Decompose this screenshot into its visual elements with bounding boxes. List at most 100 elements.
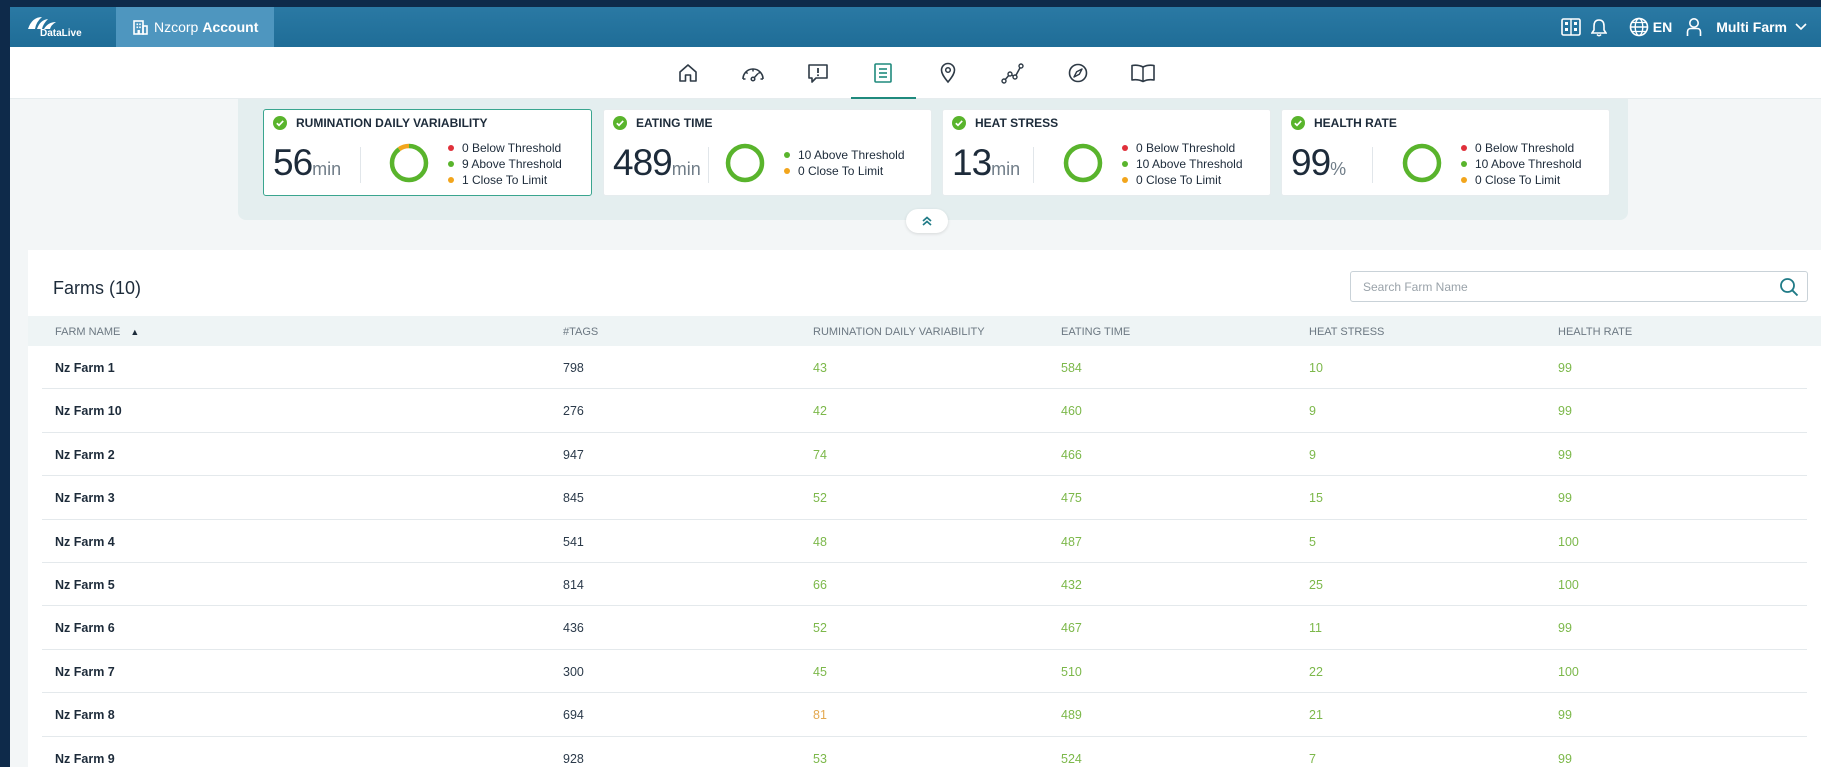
kpi-legend-text: 0 Below Threshold [462,141,562,155]
account-switcher[interactable]: Nzcorp Account [116,7,274,47]
kpi-value-unit: % [1330,159,1347,179]
table-row[interactable]: Nz Farm 1 798 43 584 10 99 [42,346,1807,390]
cell-eating-time: 524 [1061,751,1082,766]
search-input[interactable] [1363,279,1771,294]
column-header-health-rate[interactable]: HEALTH RATE [1558,326,1632,338]
table-row[interactable]: Nz Farm 4 541 48 487 5 100 [42,520,1807,563]
cell-health-rate: 100 [1558,534,1579,549]
kpi-title: RUMINATION DAILY VARIABILITY [273,116,488,130]
cell-farm-name[interactable]: Nz Farm 9 [55,752,115,766]
cell-heat-stress: 10 [1309,361,1323,375]
column-header-rumination[interactable]: RUMINATION DAILY VARIABILITY [813,326,985,338]
kpi-card-eating-time[interactable]: EATING TIME 489min 10 Above Threshold 0 C… [603,109,932,196]
legend-dot [1122,177,1128,183]
nav-docs[interactable] [1111,47,1176,99]
table-row[interactable]: Nz Farm 2 947 74 466 9 99 [42,433,1807,477]
cell-tags: 276 [563,404,584,419]
cell-tags: 798 [563,361,584,375]
cell-eating-time: 467 [1061,621,1082,636]
cell-eating-time: 584 [1061,361,1082,375]
kpi-donut-ring [724,142,766,189]
nav-dashboard[interactable] [721,47,786,99]
table-row[interactable]: Nz Farm 7 300 45 510 22 100 [42,650,1807,694]
kpi-legend-text: 0 Below Threshold [1136,141,1236,155]
kpi-legend-item: 0 Close To Limit [784,163,905,179]
kpi-legend-text: 10 Above Threshold [798,148,905,162]
user-menu[interactable]: Multi Farm [1686,17,1807,37]
table-row[interactable]: Nz Farm 5 814 66 432 25 100 [42,563,1807,607]
cell-farm-name[interactable]: Nz Farm 1 [55,361,115,375]
cell-heat-stress: 5 [1309,534,1316,549]
cell-heat-stress: 15 [1309,491,1323,506]
column-header-farm-name[interactable]: FARM NAME ▲ [55,326,139,338]
column-header-label: FARM NAME [55,326,121,338]
location-pin-icon [940,62,956,83]
table-row[interactable]: Nz Farm 8 694 81 489 21 99 [42,693,1807,737]
cell-heat-stress: 25 [1309,577,1323,592]
kpi-title: HEAT STRESS [952,116,1058,130]
cell-health-rate: 99 [1558,491,1572,506]
kpi-title-text: HEAT STRESS [975,116,1059,130]
kpi-value-number: 99 [1291,142,1331,183]
table-row[interactable]: Nz Farm 9 928 53 524 7 99 [42,737,1807,767]
nav-reports[interactable] [850,47,916,99]
cell-heat-stress: 9 [1309,404,1316,419]
nav-explore[interactable] [1046,47,1111,99]
kpi-value-number: 13 [952,142,992,183]
kpi-card-health-rate[interactable]: HEALTH RATE 99% 0 Below Threshold 10 Abov… [1281,109,1610,196]
cell-rumination: 43 [813,361,827,375]
nav-home[interactable] [656,47,721,99]
kpi-legend: 0 Below Threshold 10 Above Threshold 0 Clo… [1122,140,1243,188]
collapse-panel-button[interactable] [906,209,948,233]
check-circle-icon [273,116,287,130]
column-header-eating-time[interactable]: EATING TIME [1061,326,1130,338]
cell-farm-name[interactable]: Nz Farm 10 [55,404,122,418]
language-code: EN [1652,19,1673,35]
cell-farm-name[interactable]: Nz Farm 7 [55,665,115,679]
cell-eating-time: 460 [1061,404,1082,419]
table-row[interactable]: Nz Farm 3 845 52 475 15 99 [42,476,1807,520]
kpi-legend-item: 10 Above Threshold [1461,156,1582,172]
bell-icon[interactable] [1590,18,1607,37]
nav-trends[interactable] [981,47,1046,99]
cell-health-rate: 99 [1558,447,1572,462]
legend-dot [1122,145,1128,151]
legend-dot [1461,161,1467,167]
account-label: Account [202,19,259,35]
kpi-card-heat-stress[interactable]: HEAT STRESS 13min 0 Below Threshold 10 Ab… [942,109,1271,196]
cell-farm-name[interactable]: Nz Farm 6 [55,621,115,635]
kpi-card-rumination[interactable]: RUMINATION DAILY VARIABILITY 56min 0 Bel… [263,109,592,196]
cell-health-rate: 99 [1558,708,1572,723]
kpi-legend-text: 0 Below Threshold [1475,141,1575,155]
column-header-tags[interactable]: #TAGS [563,326,598,338]
cell-farm-name[interactable]: Nz Farm 4 [55,535,115,549]
legend-dot [448,145,454,151]
cell-farm-name[interactable]: Nz Farm 2 [55,448,115,462]
legend-dot [1122,161,1128,167]
nav-alerts[interactable] [786,47,851,99]
cell-rumination: 45 [813,664,827,679]
nav-map[interactable] [916,47,981,99]
search-icon[interactable] [1771,277,1807,297]
datalive-logo[interactable]: DataLive [10,7,116,47]
cell-heat-stress: 21 [1309,708,1323,723]
calendar-grid-icon[interactable] [1560,18,1581,36]
cell-rumination: 48 [813,534,827,549]
table-row[interactable]: Nz Farm 6 436 52 467 11 99 [42,606,1807,650]
table-row[interactable]: Nz Farm 10 276 42 460 9 99 [42,389,1807,433]
check-circle-icon [1291,116,1305,130]
language-selector[interactable]: EN [1629,17,1672,37]
column-header-heat-stress[interactable]: HEAT STRESS [1309,326,1384,338]
kpi-legend-text: 9 Above Threshold [462,157,562,171]
kpi-title-text: EATING TIME [636,116,713,130]
kpi-title: HEALTH RATE [1291,116,1397,130]
cell-heat-stress: 22 [1309,664,1323,679]
farm-search [1350,271,1808,302]
cell-farm-name[interactable]: Nz Farm 5 [55,578,115,592]
cell-tags: 814 [563,577,584,592]
alert-icon [808,63,828,83]
kpi-value-unit: min [671,159,701,179]
cell-farm-name[interactable]: Nz Farm 8 [55,708,115,722]
kpi-legend-text: 0 Close To Limit [1475,173,1561,187]
cell-farm-name[interactable]: Nz Farm 3 [55,491,115,505]
